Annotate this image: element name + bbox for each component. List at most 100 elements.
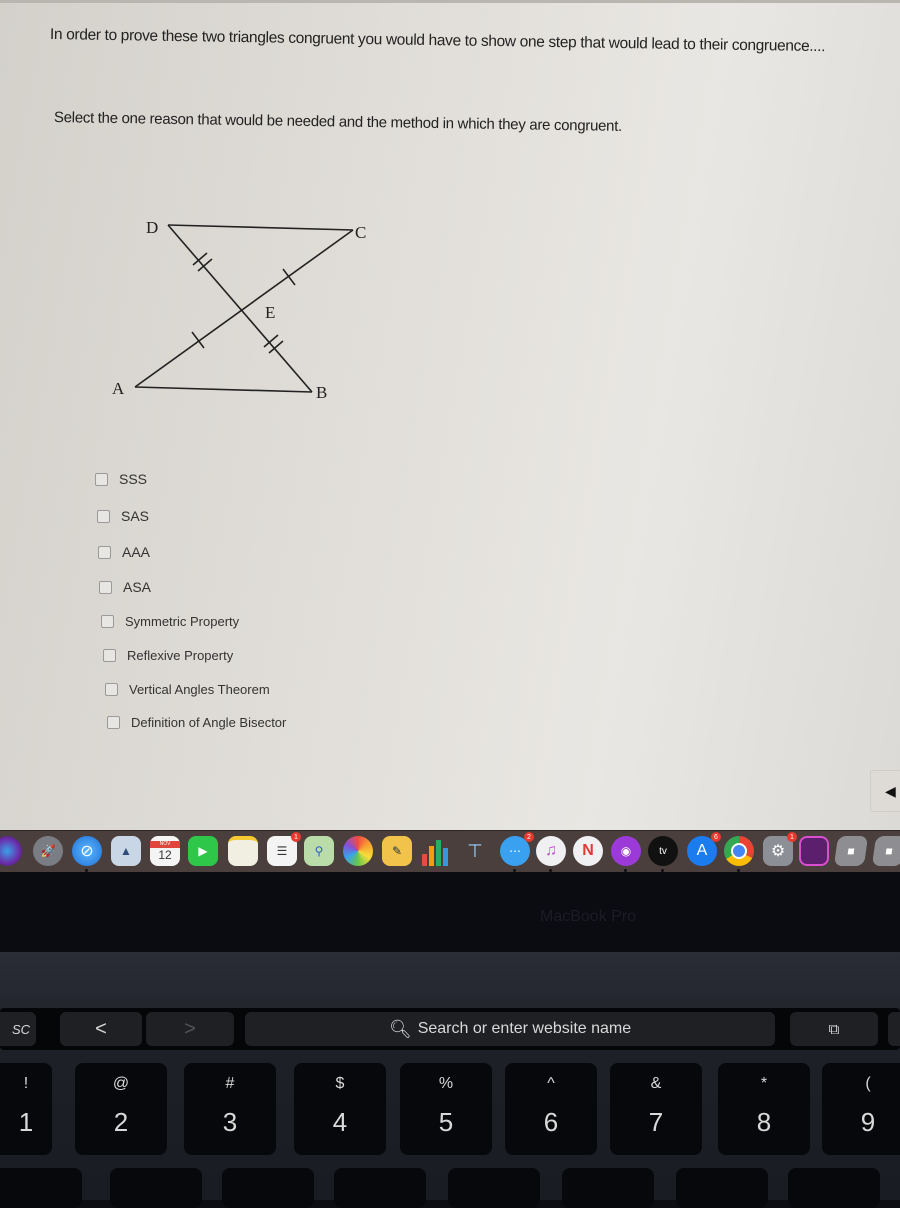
keyboard-key[interactable] — [676, 1168, 768, 1208]
key-5[interactable]: % 5 — [400, 1063, 492, 1155]
touchbar-extra-button[interactable] — [888, 1012, 900, 1046]
key-7[interactable]: & 7 — [610, 1063, 702, 1155]
touch-bar: SC < > 🔍︎ Search or enter website name ⧉ — [0, 1008, 900, 1050]
key-symbol: $ — [335, 1075, 345, 1092]
key-symbol: # — [225, 1075, 235, 1092]
preview-icon[interactable]: ▲ — [111, 836, 141, 866]
esc-button[interactable]: SC — [0, 1012, 36, 1046]
search-placeholder: Search or enter website name — [417, 1020, 632, 1037]
key-symbol: & — [650, 1075, 662, 1092]
apple-tv-label: tv — [659, 845, 667, 857]
system-preferences-icon[interactable]: ⚙ 1 — [763, 832, 797, 866]
key-1[interactable]: ! 1 — [0, 1063, 52, 1155]
photos-icon[interactable] — [343, 836, 373, 866]
key-2[interactable]: @ 2 — [75, 1063, 167, 1155]
calendar-icon[interactable]: NOV 12 — [150, 836, 180, 866]
checkbox[interactable] — [97, 509, 110, 523]
keyboard-key[interactable] — [448, 1168, 540, 1208]
keyboard-key[interactable] — [110, 1168, 202, 1208]
checkbox[interactable] — [99, 580, 112, 594]
podcasts-icon[interactable]: ◉ — [611, 836, 641, 872]
key-6[interactable]: ^ 6 — [505, 1063, 597, 1155]
launchpad-icon[interactable]: 🚀 — [33, 836, 63, 866]
minimized-window-icon[interactable]: ■ — [833, 836, 869, 866]
forward-button[interactable]: > — [146, 1012, 234, 1046]
back-button[interactable]: < — [60, 1012, 142, 1046]
puzzle-game-icon[interactable] — [799, 836, 829, 866]
option-asa[interactable]: ASA — [99, 579, 151, 595]
option-symmetric-property[interactable]: Symmetric Property — [101, 614, 239, 629]
reminders-icon[interactable]: ☰ 1 — [267, 832, 301, 866]
key-number: 3 — [222, 1107, 238, 1137]
key-number: 4 — [332, 1107, 348, 1137]
messages-icon[interactable]: ⋯ 2 — [500, 832, 534, 872]
previous-button[interactable]: ◀ — [870, 770, 900, 812]
numbers-icon[interactable] — [420, 836, 450, 866]
key-symbol: ( — [865, 1075, 871, 1092]
checkbox[interactable] — [107, 716, 120, 729]
tick-de-2 — [197, 258, 213, 272]
option-label: SSS — [119, 471, 148, 487]
keyboard-key[interactable] — [0, 1168, 82, 1208]
news-icon[interactable]: N — [573, 836, 603, 866]
laptop-bezel — [0, 872, 900, 952]
label-b: B — [316, 383, 327, 402]
key-number: 6 — [543, 1107, 559, 1137]
triangle-figure: D C E A B — [112, 218, 366, 402]
checkbox[interactable] — [105, 683, 118, 696]
keyboard-key[interactable] — [562, 1168, 654, 1208]
chrome-icon[interactable] — [724, 836, 754, 872]
chevron-right-icon: > — [184, 1017, 196, 1040]
option-label: Reflexive Property — [127, 648, 234, 663]
option-sas[interactable]: SAS — [97, 508, 149, 524]
key-number: 2 — [113, 1107, 129, 1137]
music-icon[interactable]: ♫ — [536, 836, 566, 872]
key-4[interactable]: $ 4 — [294, 1063, 386, 1155]
key-8[interactable]: * 8 — [718, 1063, 810, 1155]
key-9[interactable]: ( 9 — [822, 1063, 900, 1155]
maps-icon[interactable]: ⚲ — [304, 836, 334, 866]
pages-icon[interactable]: ✎ — [382, 836, 412, 866]
label-a: A — [112, 379, 125, 398]
safari-icon[interactable]: ⊘ — [72, 836, 102, 872]
facetime-icon[interactable]: ▶ — [188, 836, 218, 866]
key-number: 1 — [18, 1107, 34, 1137]
search-field[interactable]: 🔍︎ Search or enter website name — [245, 1012, 775, 1046]
browser-screen: In order to prove these two triangles co… — [0, 0, 900, 830]
minimized-window-icon[interactable]: ■ — [871, 836, 900, 866]
apple-tv-icon[interactable]: tv — [648, 836, 678, 872]
checkbox[interactable] — [98, 545, 111, 559]
esc-label: SC — [11, 1021, 30, 1037]
checkbox[interactable] — [101, 615, 114, 628]
notes-icon[interactable] — [228, 836, 258, 866]
keynote-icon[interactable]: ⊤ — [460, 836, 490, 866]
app-store-icon[interactable]: A6 — [687, 832, 721, 866]
key-number: 8 — [756, 1107, 772, 1137]
label-e: E — [265, 303, 275, 322]
tick-ec — [282, 268, 296, 286]
search-icon: 🔍︎ — [388, 1018, 412, 1039]
keyboard-key[interactable] — [334, 1168, 426, 1208]
key-symbol: % — [438, 1075, 454, 1092]
option-aaa[interactable]: AAA — [98, 544, 150, 560]
option-vertical-angles-theorem[interactable]: Vertical Angles Theorem — [105, 682, 270, 697]
keyboard-key[interactable] — [222, 1168, 314, 1208]
checkbox[interactable] — [103, 649, 116, 662]
segment-ac — [134, 229, 354, 388]
option-definition-of-angle-bisector[interactable]: Definition of Angle Bisector — [107, 715, 286, 730]
key-symbol: ^ — [547, 1075, 555, 1092]
keyboard-key[interactable] — [788, 1168, 880, 1208]
option-reflexive-property[interactable]: Reflexive Property — [103, 648, 233, 663]
siri-icon[interactable] — [0, 836, 22, 866]
messages-badge: 2 — [524, 832, 534, 842]
checkbox[interactable] — [95, 472, 108, 486]
segment-ab — [134, 386, 313, 393]
key-symbol: * — [760, 1075, 768, 1092]
key-symbol: @ — [112, 1075, 130, 1092]
question-instruction: Select the one reason that would be need… — [53, 109, 623, 135]
preferences-badge: 1 — [787, 832, 797, 842]
option-label: Vertical Angles Theorem — [129, 682, 270, 697]
option-sss[interactable]: SSS — [95, 471, 147, 487]
new-tab-button[interactable]: ⧉ — [790, 1012, 878, 1046]
key-3[interactable]: # 3 — [184, 1063, 276, 1155]
